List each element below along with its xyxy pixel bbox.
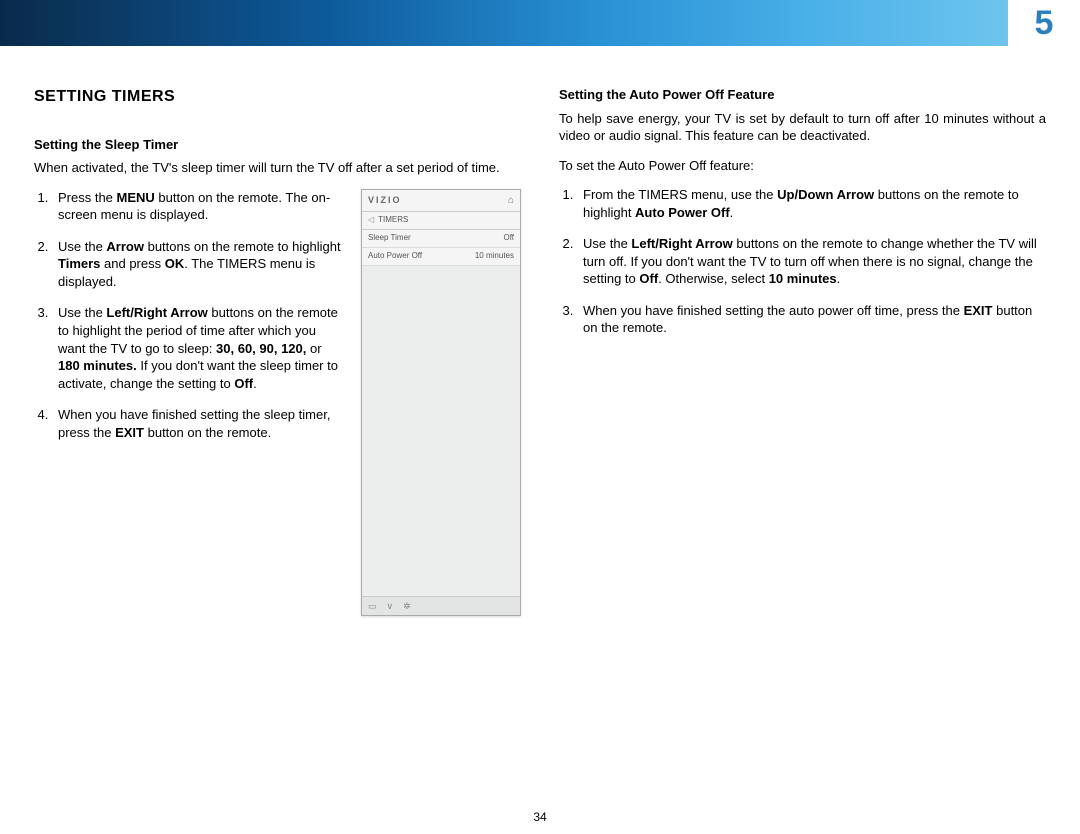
osd-header: VIZIO ⌂ xyxy=(362,190,520,213)
step-1: Press the MENU button on the remote. The… xyxy=(52,189,345,224)
osd-footer: ▭ ∨ ✲ xyxy=(362,596,520,615)
step-3: Use the Left/Right Arrow buttons on the … xyxy=(52,304,345,392)
auto-power-steps: From the TIMERS menu, use the Up/Down Ar… xyxy=(559,186,1046,337)
osd-row-sleep-timer: Sleep Timer Off xyxy=(362,230,520,248)
gear-icon: ✲ xyxy=(403,600,411,612)
page-content: SETTING TIMERS Setting the Sleep Timer W… xyxy=(0,46,1080,616)
chapter-banner: 5 xyxy=(0,0,1080,46)
osd-screenshot: VIZIO ⌂ ◁ TIMERS Sleep Timer Off Auto Po… xyxy=(361,189,521,616)
page-number: 34 xyxy=(0,810,1080,824)
step-3: When you have finished setting the auto … xyxy=(577,302,1046,337)
subheading-sleep-timer: Setting the Sleep Timer xyxy=(34,136,521,154)
subheading-auto-power-off: Setting the Auto Power Off Feature xyxy=(559,86,1046,104)
sleep-timer-steps: Press the MENU button on the remote. The… xyxy=(34,189,345,442)
step-2: Use the Left/Right Arrow buttons on the … xyxy=(577,235,1046,288)
step-2: Use the Arrow buttons on the remote to h… xyxy=(52,238,345,291)
chapter-number: 5 xyxy=(1035,4,1054,43)
osd-body xyxy=(362,266,520,596)
section-heading: SETTING TIMERS xyxy=(34,86,521,108)
step-4: When you have finished setting the sleep… xyxy=(52,406,345,441)
back-icon: ◁ xyxy=(368,215,374,226)
sleep-timer-intro: When activated, the TV's sleep timer wil… xyxy=(34,159,521,177)
chapter-number-box: 5 xyxy=(1008,0,1080,46)
osd-crumb-label: TIMERS xyxy=(378,215,408,226)
vizio-logo: VIZIO xyxy=(368,194,402,206)
left-column: SETTING TIMERS Setting the Sleep Timer W… xyxy=(34,86,521,616)
v-icon: ∨ xyxy=(387,600,394,612)
osd-breadcrumb: ◁ TIMERS xyxy=(362,212,520,230)
auto-power-intro: To help save energy, your TV is set by d… xyxy=(559,110,1046,145)
auto-power-lead: To set the Auto Power Off feature: xyxy=(559,157,1046,175)
osd-row-auto-power-off: Auto Power Off 10 minutes xyxy=(362,248,520,266)
wide-icon: ▭ xyxy=(368,600,377,612)
right-column: Setting the Auto Power Off Feature To he… xyxy=(559,86,1046,616)
home-icon: ⌂ xyxy=(508,194,514,208)
step-1: From the TIMERS menu, use the Up/Down Ar… xyxy=(577,186,1046,221)
